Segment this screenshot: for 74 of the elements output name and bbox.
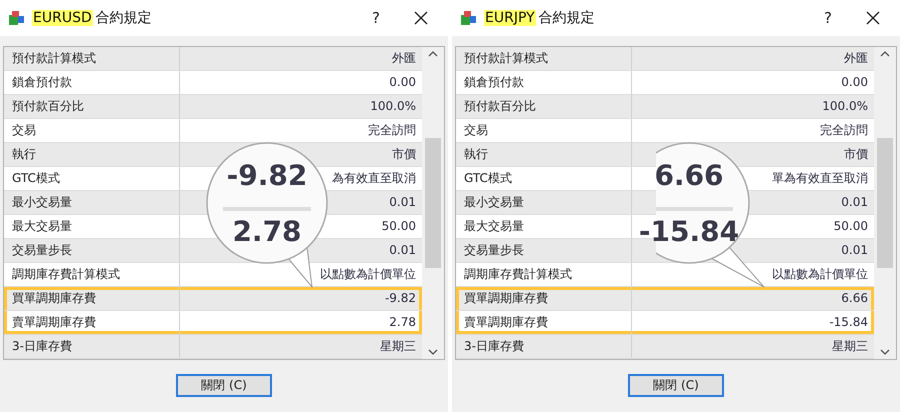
property-value: 100.0%	[370, 99, 416, 113]
scrollbar-thumb[interactable]	[425, 138, 441, 268]
close-button[interactable]: 關閉 (C)	[176, 374, 272, 397]
property-name: 最大交易量	[456, 215, 632, 238]
property-value: 為有效直至取消	[332, 171, 416, 185]
close-icon[interactable]	[414, 11, 428, 25]
property-value: 星期三	[832, 339, 868, 353]
property-name: 3-日庫存費	[4, 335, 180, 358]
property-name: 鎖倉預付款	[456, 71, 632, 94]
property-name: 最小交易量	[4, 191, 180, 214]
property-value: 50.00	[382, 219, 416, 233]
property-name: 執行	[4, 143, 180, 166]
property-name: 交易量步長	[4, 239, 180, 262]
app-icon	[460, 10, 478, 26]
app-icon	[8, 10, 26, 26]
property-value: 0.00	[841, 75, 868, 89]
property-name: GTC模式	[4, 167, 180, 190]
property-value: 外匯	[844, 51, 868, 65]
magnified-value: 2.78	[231, 215, 303, 248]
property-value: 0.01	[841, 195, 868, 209]
scroll-down-icon[interactable]	[428, 349, 438, 355]
help-button[interactable]: ?	[808, 9, 848, 27]
property-name: 交易	[4, 119, 180, 142]
property-name: 調期庫存費計算模式	[456, 263, 632, 286]
close-icon[interactable]	[866, 11, 880, 25]
property-value: 星期三	[380, 339, 416, 353]
property-value: 外匯	[392, 51, 416, 65]
property-name: 鎖倉預付款	[4, 71, 180, 94]
property-value: 完全訪問	[368, 123, 416, 137]
property-value: 100.0%	[822, 99, 868, 113]
property-name: 最小交易量	[456, 191, 632, 214]
symbol-name: EURUSD	[32, 10, 93, 26]
property-name: 買單調期庫存費	[456, 287, 632, 310]
magnified-value: 6.66	[653, 159, 725, 192]
property-value: -9.82	[384, 291, 416, 305]
property-value: 0.00	[389, 75, 416, 89]
property-name: 交易量步長	[456, 239, 632, 262]
property-value: 完全訪問	[820, 123, 868, 137]
property-name: 預付款百分比	[4, 95, 180, 118]
scroll-up-icon[interactable]	[428, 51, 438, 57]
property-name: 預付款計算模式	[4, 47, 180, 70]
symbol-name: EURJPY	[484, 10, 536, 26]
scrollbar-thumb[interactable]	[877, 138, 893, 268]
property-name: 最大交易量	[4, 215, 180, 238]
scroll-up-icon[interactable]	[880, 51, 890, 57]
property-value: 0.01	[389, 195, 416, 209]
property-value: 單為有效直至取消	[772, 171, 868, 185]
property-name: GTC模式	[456, 167, 632, 190]
property-name: 買單調期庫存費	[4, 287, 180, 310]
property-value: 以點數為計價單位	[320, 267, 416, 281]
property-name: 預付款百分比	[456, 95, 632, 118]
property-value: 2.78	[389, 315, 416, 329]
property-name: 交易	[456, 119, 632, 142]
scroll-down-icon[interactable]	[880, 349, 890, 355]
property-value: 以點數為計價單位	[772, 267, 868, 281]
property-name: 賣單調期庫存費	[4, 311, 180, 334]
property-name: 賣單調期庫存費	[456, 311, 632, 334]
property-value: 6.66	[841, 291, 868, 305]
property-value: 0.01	[841, 243, 868, 257]
property-value: 市價	[392, 147, 416, 161]
window-title: 合約規定	[96, 9, 152, 27]
window-title: 合約規定	[538, 9, 595, 27]
property-name: 調期庫存費計算模式	[4, 263, 180, 286]
property-name: 執行	[456, 143, 632, 166]
magnified-value: -9.82	[226, 159, 308, 192]
magnified-value: -15.84	[638, 215, 740, 248]
property-name: 預付款計算模式	[456, 47, 632, 70]
property-value: -15.84	[829, 315, 868, 329]
property-value: 0.01	[389, 243, 416, 257]
help-button[interactable]: ?	[356, 9, 396, 27]
property-name: 3-日庫存費	[456, 335, 632, 358]
property-value: 50.00	[834, 219, 868, 233]
property-value: 市價	[844, 147, 868, 161]
close-button[interactable]: 關閉 (C)	[628, 374, 724, 397]
